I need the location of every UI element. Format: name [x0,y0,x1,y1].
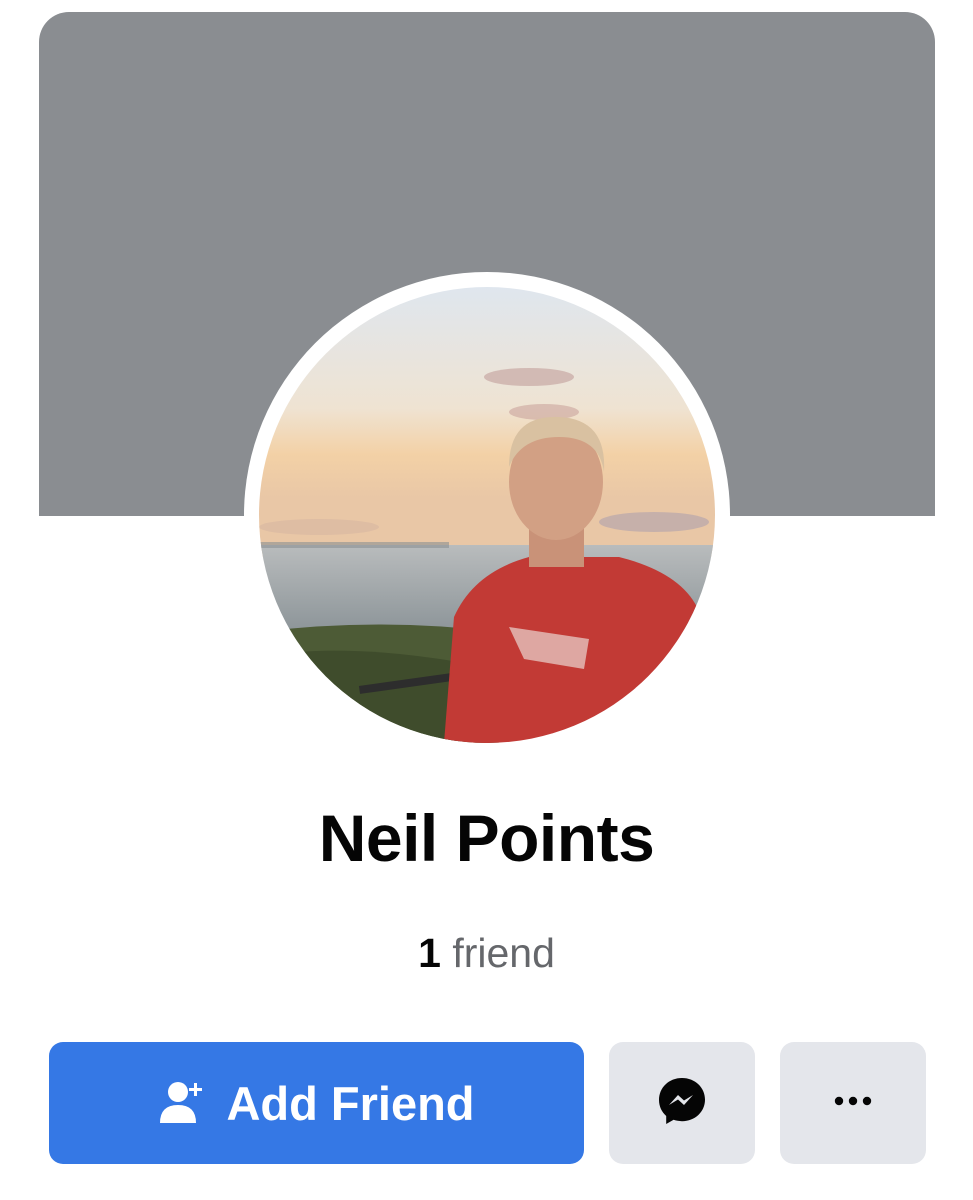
friend-count-number: 1 [418,930,441,976]
profile-picture[interactable] [259,287,715,743]
profile-photo-image [259,287,715,743]
more-options-button[interactable] [780,1042,926,1164]
friend-count[interactable]: 1 friend [0,930,973,977]
profile-name: Neil Points [318,801,655,875]
message-button[interactable] [609,1042,755,1164]
messenger-icon [655,1074,709,1133]
person-add-icon [158,1079,206,1127]
more-dots-icon [833,1094,873,1112]
friend-count-label: friend [452,930,555,976]
add-friend-label: Add Friend [226,1076,475,1130]
add-friend-button[interactable]: Add Friend [49,1042,584,1164]
